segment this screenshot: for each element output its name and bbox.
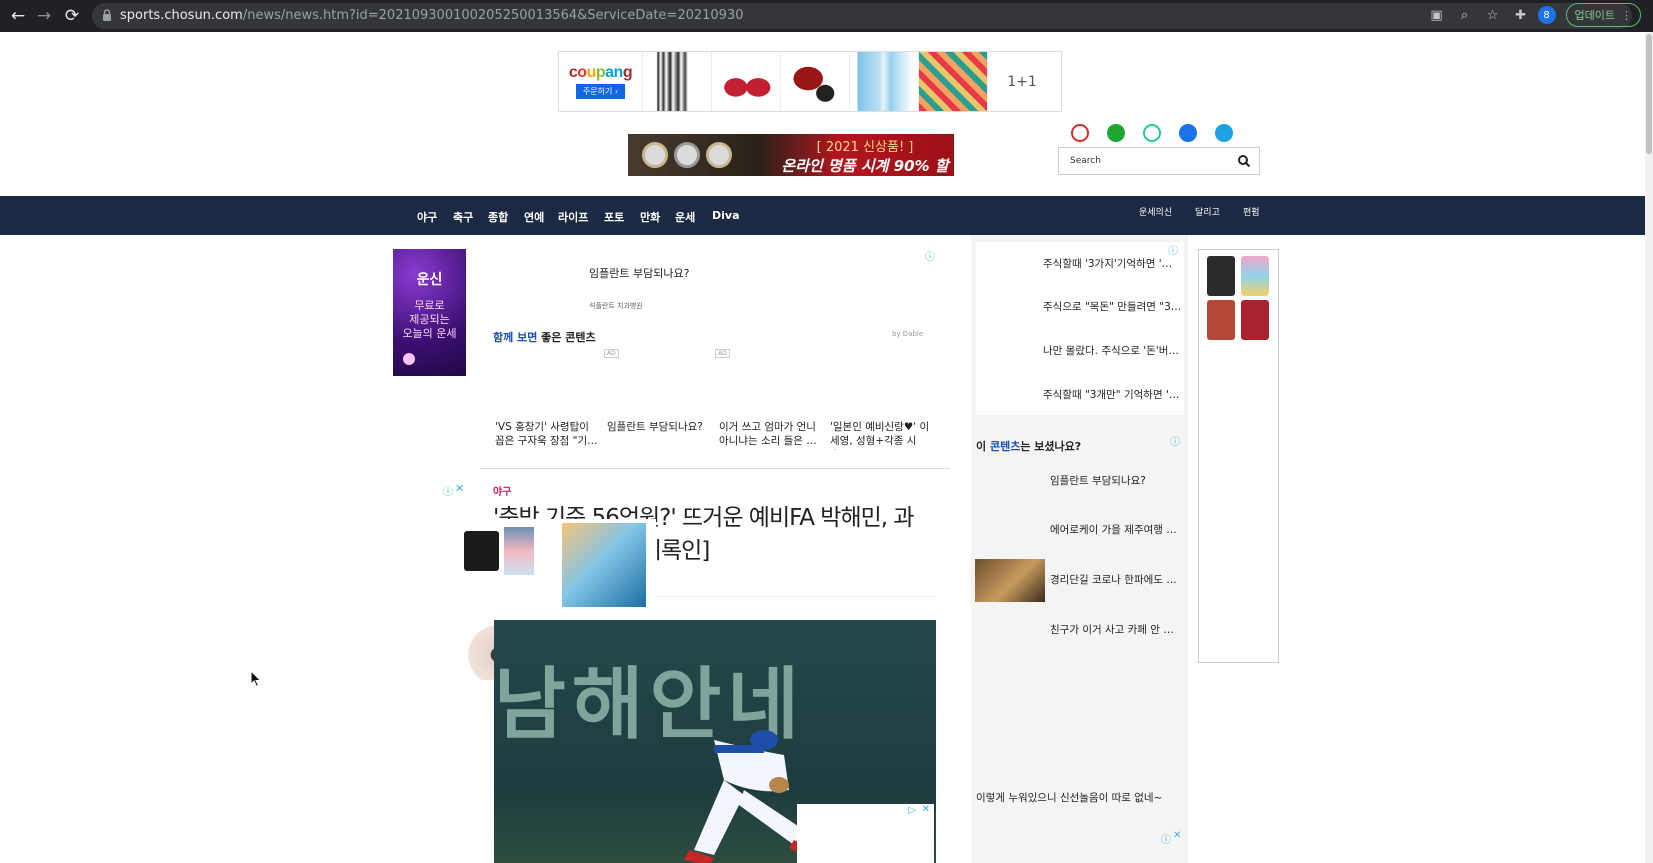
sns-link-4[interactable] [1179,124,1197,142]
product-mascara[interactable] [643,52,712,111]
close-ad-icon[interactable]: ✕ [1173,830,1181,841]
scroll-thumb[interactable] [1646,34,1652,154]
sns-link-1[interactable] [1071,124,1089,142]
stock-ad-item[interactable]: 주식으로 "목돈" 만들려면 "3… [1043,299,1183,314]
sns-link-2[interactable] [1107,124,1125,142]
close-ad-icon[interactable]: ✕ [455,482,464,495]
nav-item-fortune[interactable]: 운세 [675,209,695,225]
watch-image [642,142,668,168]
product-shampoo[interactable] [712,52,781,111]
nav-item-life[interactable]: 라이프 [558,209,588,225]
coupang-logo: coupang [568,64,633,81]
bookmark-star-icon[interactable]: ☆ [1482,4,1504,26]
implant-ad-sub: 석플란트 치과병원 [589,302,643,310]
recommend-item[interactable]: 이거 쓰고 엄마가 언니 아니냐는 소리 들은 … [719,420,823,450]
recommend-item[interactable]: 'VS 홍창기' 사령탑이 꼽은 구자욱 장점 "기… [495,420,599,450]
divider [480,468,950,469]
nav-right-pick[interactable]: 편펌 [1243,205,1260,218]
zoom-icon[interactable]: ⌕ [1454,4,1476,26]
adchoices-icon[interactable]: ⓘ [1170,433,1180,448]
fortune-ad[interactable]: 운신 무료로 제공되는 오늘의 운세 [393,249,466,376]
decor-dot [403,353,415,365]
adchoices-icon[interactable]: ⓘ [1161,831,1171,846]
seen-item[interactable]: 친구가 이거 사고 카페 안 … [1050,622,1180,637]
scrollbar[interactable] [1645,32,1653,863]
main-nav: 야구 축구 종합 연예 라이프 포토 만화 운세 Diva 운세의신 달리고 편… [0,196,1645,235]
ad-tag: AD [604,349,619,358]
cast-icon[interactable]: ▣ [1426,4,1448,26]
close-ad-icon[interactable]: ✕ [922,804,930,815]
product-redbox[interactable] [781,52,850,111]
nav-item-general[interactable]: 종합 [488,209,508,225]
article-section[interactable]: 야구 [493,483,511,498]
product-cleanser[interactable] [850,52,919,111]
update-button[interactable]: 업데이트 ⋮ [1565,3,1641,27]
film-image [1241,256,1269,296]
more-menu-icon[interactable]: ⋮ [1621,9,1632,22]
stock-ad-item[interactable]: 주식할때 '3가지'기억하면 '… [1043,256,1183,271]
adchoices-icon[interactable]: ⓘ [1168,242,1178,257]
seen-item[interactable]: 임플란트 부담되나요? [1050,473,1180,488]
extensions-icon[interactable]: ✚ [1510,4,1532,26]
reload-icon[interactable]: ⟳ [58,2,86,30]
camera-image [1207,256,1235,296]
search-icon[interactable] [1237,154,1251,168]
coupang-order-button[interactable]: 주문하기 › [575,84,626,99]
recommend-title: 함께 보면 좋은 콘텐츠 [493,331,596,344]
watch-image [674,142,700,168]
stock-ad-item[interactable]: 주식할때 "3개만" 기억하면 '… [1043,387,1183,402]
sns-link-5[interactable] [1215,124,1233,142]
photo-cards-image [562,523,646,607]
back-icon[interactable]: ← [4,2,32,30]
nav-item-comics[interactable]: 만화 [640,209,660,225]
nav-item-diva[interactable]: Diva [712,209,740,222]
stock-ad-item[interactable]: 나만 몰랐다. 주식으로 '돈'버… [1043,343,1183,358]
product-1plus1[interactable]: 1+1 [988,52,1056,111]
camera-image [1241,300,1269,340]
nav-right-fortune[interactable]: 운세의신 [1139,205,1172,218]
browser-toolbar: ← → ⟳ sports.chosun.com/news/news.htm?id… [0,0,1653,32]
seen-content-title: 이 콘텐츠는 보셨나요? [976,440,1082,453]
coupang-logo-cell[interactable]: coupang 주문하기 › [559,52,643,111]
lock-icon [103,9,111,21]
ad-tag: AD [715,349,730,358]
nav-item-photo[interactable]: 포토 [604,209,624,225]
search-input[interactable] [1060,149,1230,173]
adchoices-icon[interactable]: ▷ [908,805,916,816]
search-box [1058,147,1260,175]
photo-overlay-ad[interactable]: ▷ ✕ [797,804,934,863]
banner-line2: 온라인 명품 시계 90% 할인! [781,157,949,175]
url-text: sports.chosun.com/news/news.htm?id=20210… [120,8,744,23]
sns-links [1071,124,1233,142]
implant-ad-title[interactable]: 임플란트 부담되나요? [589,265,689,281]
seen-item[interactable]: 경리단길 코로나 한파에도 … [1050,572,1180,587]
forward-icon[interactable]: → [30,2,58,30]
camera-image [464,531,499,571]
watch-image [706,142,732,168]
film-image [504,527,534,575]
adchoices-icon[interactable]: ⓘ [925,248,935,263]
watch-banner-ad[interactable]: [ 2021 신상품! ] 온라인 명품 시계 90% 할인! [628,134,954,176]
banner-line1: [ 2021 신상품! ] [816,140,914,155]
nav-item-entertainment[interactable]: 연예 [524,209,544,225]
camera-image [1207,300,1235,340]
profile-avatar[interactable]: 8 [1537,6,1556,24]
product-snacks[interactable] [919,52,988,111]
mouse-cursor-icon [250,670,262,688]
bottom-content-link[interactable]: 이렇게 누워있으니 신선놀음이 따로 없네~ [976,790,1162,805]
side-camera-ad[interactable] [1198,249,1279,663]
dable-logo[interactable]: by Dable [892,330,923,338]
coupang-ad[interactable]: coupang 주문하기 › 1+1 [558,51,1062,112]
recommend-item[interactable]: '일본인 예비신랑♥' 이세영, 성형+각종 시술… [830,420,934,450]
nav-right-run[interactable]: 달리고 [1195,205,1220,218]
nav-item-soccer[interactable]: 축구 [453,209,473,225]
sns-link-3[interactable] [1143,124,1161,142]
recommend-item[interactable]: 임플란트 부담되나요? [607,420,711,450]
nav-item-baseball[interactable]: 야구 [417,209,437,225]
seen-item-thumbnail[interactable] [975,559,1045,602]
seen-item[interactable]: 에어로케이 가을 제주여행 … [1050,522,1180,537]
address-bar[interactable]: sports.chosun.com/news/news.htm?id=20210… [92,3,1632,29]
adchoices-icon[interactable]: ⓘ [443,483,453,498]
